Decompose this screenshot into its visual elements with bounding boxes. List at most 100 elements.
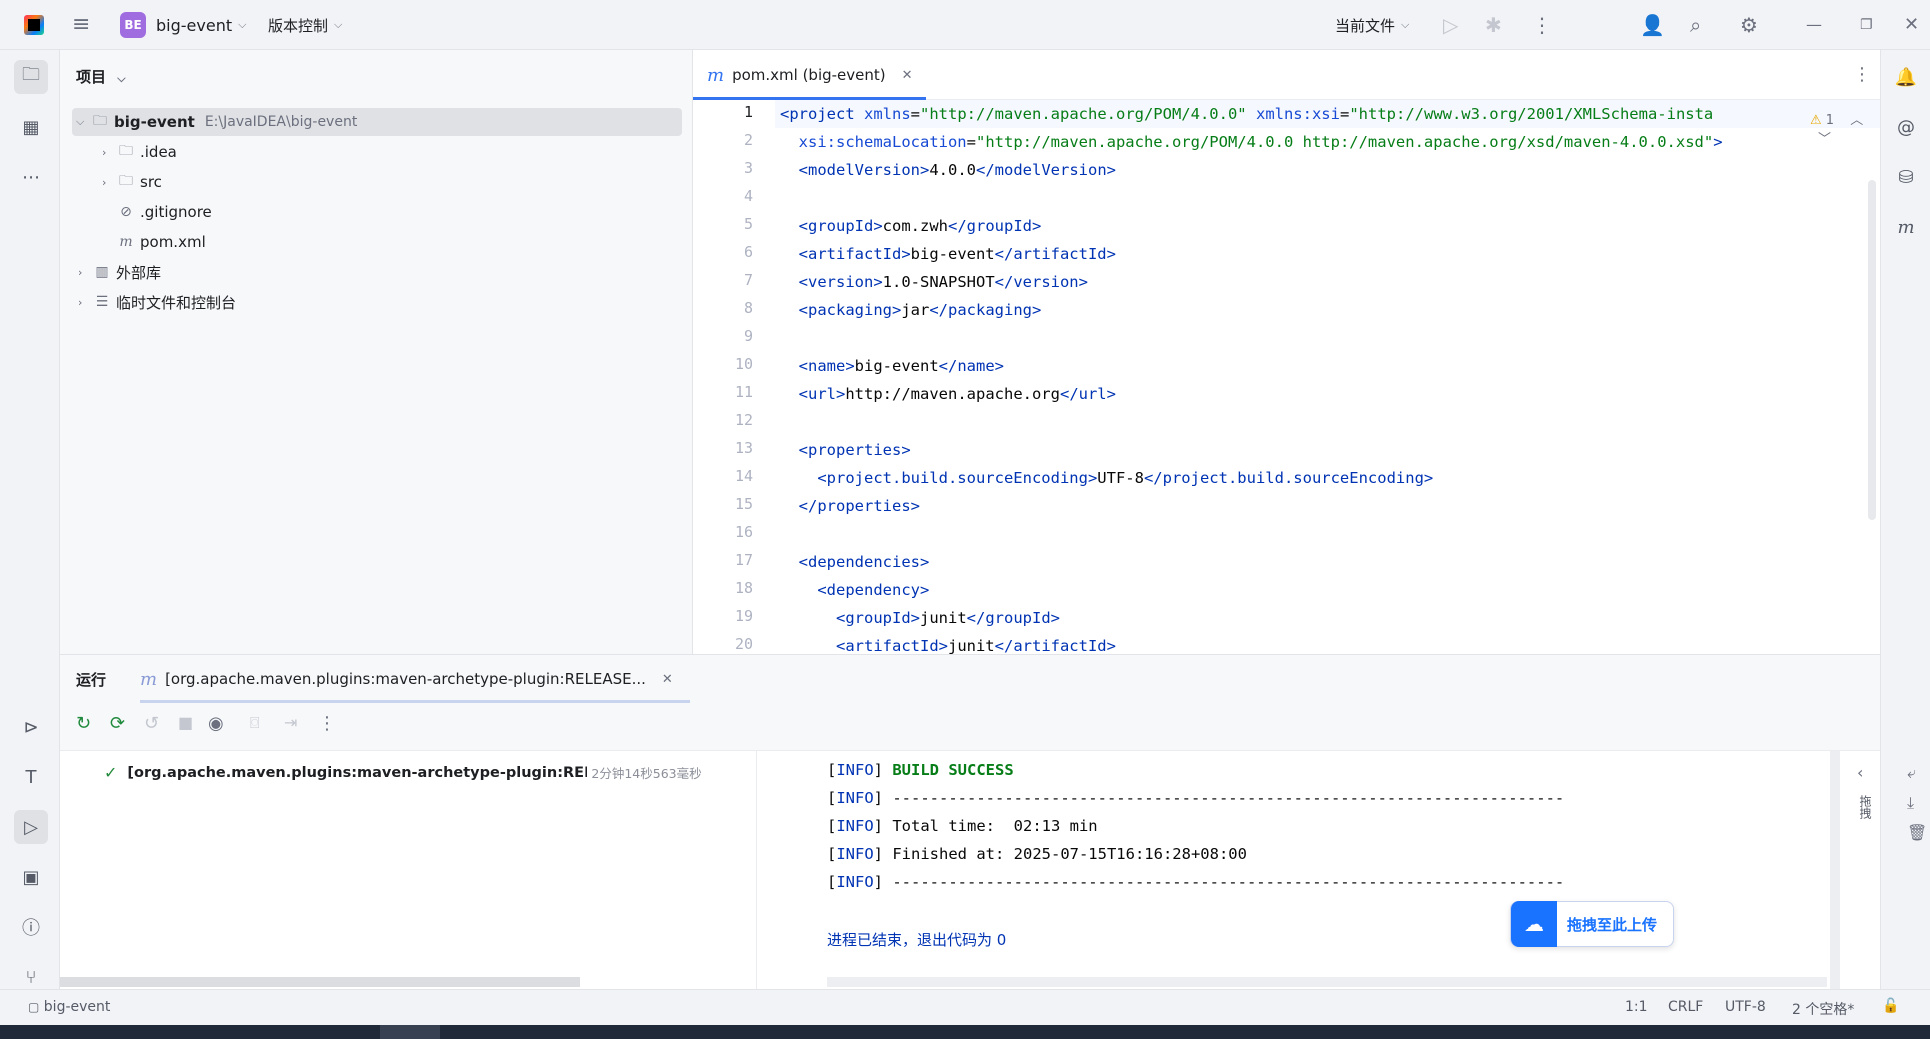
tree-item-gitignore[interactable]: ⊘ .gitignore — [116, 198, 212, 226]
code-line[interactable]: <modelVersion>4.0.0</modelVersion> — [780, 156, 1116, 184]
play-icon: ▷ — [1443, 13, 1459, 37]
bug-icon: ✱ — [1485, 13, 1502, 37]
code-line[interactable]: <properties> — [780, 436, 911, 464]
run-toolbar: ↻ ⟳ ↺ ■ ◉ ⌼ ⇥ ⋮ — [60, 703, 1880, 751]
warning-circle-icon: ⓘ — [22, 918, 40, 939]
rerun-failed-icon[interactable]: ⟳ — [110, 715, 125, 733]
more-tools-button[interactable]: ⋯ — [14, 160, 48, 194]
code-line[interactable]: <artifactId>junit</artifactId> — [780, 632, 1116, 654]
notifications-button[interactable]: 🔔 — [1889, 60, 1923, 94]
debug-button[interactable]: ✱ — [1485, 0, 1502, 50]
code-line[interactable]: <packaging>jar</packaging> — [780, 296, 1042, 324]
close-icon[interactable]: ✕ — [662, 672, 673, 687]
build-success-text: BUILD SUCCESS — [892, 761, 1014, 779]
restore-button[interactable]: ❐ — [1860, 0, 1873, 50]
ai-assistant-button[interactable]: @ — [1889, 110, 1923, 144]
stop-icon[interactable]: ■ — [178, 715, 193, 731]
minimize-button[interactable]: — — [1806, 0, 1822, 50]
tree-item-src[interactable]: › 🗀 src — [102, 168, 162, 196]
run-tree-item[interactable]: ✓ [org.apache.maven.plugins:maven-archet… — [104, 763, 754, 782]
status-caret-position[interactable]: 1:1 — [1625, 999, 1648, 1015]
tree-item-idea[interactable]: › 🗀 .idea — [102, 138, 177, 166]
services-tool-button[interactable]: ⊳ — [14, 710, 48, 744]
upload-drop-button[interactable]: ☁ 拖拽至此上传 — [1510, 901, 1674, 947]
soft-wrap-icon[interactable]: ⤶ — [1907, 765, 1916, 781]
folder-icon: 🗀 — [22, 64, 40, 85]
camera-icon[interactable]: ⌼ — [250, 715, 260, 731]
close-button[interactable]: ✕ — [1904, 0, 1919, 50]
database-button[interactable]: ⛁ — [1889, 160, 1923, 194]
vcs-menu[interactable]: 版本控制 ⌵ — [268, 0, 342, 50]
more-vertical-icon[interactable]: ⋮ — [318, 715, 336, 733]
code-line[interactable]: </properties> — [780, 492, 920, 520]
console-output[interactable]: [INFO] BUILD SUCCESS [INFO] ------------… — [757, 751, 1927, 990]
code-line[interactable]: <dependencies> — [780, 548, 930, 576]
maven-tool-button[interactable]: m — [1889, 210, 1923, 244]
run-tool-button[interactable]: ▷ — [14, 810, 48, 844]
scroll-to-end-icon[interactable]: ⤓ — [1907, 795, 1914, 811]
rerun-icon[interactable]: ↻ — [76, 715, 91, 733]
eye-icon[interactable]: ◉ — [208, 715, 224, 733]
chevron-right-icon: › — [78, 295, 83, 309]
code-line[interactable]: <dependency> — [780, 576, 929, 604]
code-line[interactable]: <name>big-event</name> — [780, 352, 1004, 380]
trash-icon[interactable]: 🗑 — [1907, 825, 1927, 841]
code-line[interactable]: xsi:schemaLocation="http://maven.apache.… — [780, 128, 1723, 156]
add-user-button[interactable]: 👤 — [1640, 0, 1665, 50]
code-line[interactable]: <project.build.sourceEncoding>UTF-8</pro… — [780, 464, 1433, 492]
code-area[interactable]: <project xmlns="http://maven.apache.org/… — [693, 100, 1880, 654]
tree-item-scratches[interactable]: › ☰ 临时文件和控制台 — [78, 288, 236, 316]
status-line-separator[interactable]: CRLF — [1668, 999, 1703, 1015]
chevron-down-icon: ⌵ — [76, 115, 85, 128]
main-menu-button[interactable]: ≡ — [72, 0, 90, 50]
check-icon: ✓ — [104, 763, 118, 782]
structure-tool-button[interactable]: ▦ — [14, 110, 48, 144]
run-button[interactable]: ▷ — [1443, 0, 1458, 50]
project-panel-header[interactable]: 项目 ⌵ — [76, 66, 126, 87]
console-vscrollbar[interactable] — [1830, 751, 1840, 990]
app-logo[interactable] — [24, 0, 44, 50]
code-line[interactable]: <version>1.0-SNAPSHOT</version> — [780, 268, 1088, 296]
terminal-tool-button[interactable]: ▣ — [14, 860, 48, 894]
tree-item-pom[interactable]: m pom.xml — [116, 228, 206, 256]
status-project[interactable]: ▢ big-event — [28, 999, 110, 1015]
code-line[interactable]: <url>http://maven.apache.org</url> — [780, 380, 1116, 408]
tab-pom-xml[interactable]: m pom.xml (big-event) ✕ — [707, 50, 913, 100]
code-line[interactable]: <groupId>com.zwh</groupId> — [780, 212, 1042, 240]
status-encoding[interactable]: UTF-8 — [1725, 999, 1766, 1015]
lock-icon[interactable]: 🔓 — [1882, 998, 1899, 1014]
code-line[interactable]: <groupId>junit</groupId> — [780, 604, 1060, 632]
tree-root-name: big-event — [114, 113, 195, 131]
inspection-widget[interactable]: ⚠ 1 ︿ ﹀ — [1810, 109, 1880, 147]
module-folder-icon: 🗀 — [93, 113, 107, 129]
left-tool-strip: 🗀 ▦ ⋯ ⊳ T ▷ ▣ ⓘ ⑂ — [0, 50, 60, 989]
rerun-automatically-icon[interactable]: ↺ — [144, 715, 159, 733]
settings-button[interactable]: ⚙ — [1740, 0, 1758, 50]
export-icon[interactable]: ⇥ — [284, 715, 297, 731]
chevron-left-icon[interactable]: ‹ — [1857, 765, 1863, 781]
tree-root[interactable]: ⌵ 🗀 big-event E:\JavaIDEA\big-event — [72, 108, 682, 136]
tree-item-external-libraries[interactable]: › ▥ 外部库 — [78, 258, 161, 286]
chevron-up-icon[interactable]: ︿ — [1850, 113, 1863, 128]
code-line[interactable]: <artifactId>big-event</artifactId> — [780, 240, 1116, 268]
close-icon[interactable]: ✕ — [902, 68, 913, 83]
project-tool-button[interactable]: 🗀 — [14, 60, 48, 94]
more-actions-button[interactable]: ⋮ — [1532, 0, 1552, 50]
editor-scrollbar[interactable] — [1868, 180, 1876, 520]
chevron-down-icon[interactable]: ﹀ — [1818, 132, 1831, 147]
search-button[interactable]: ⌕ — [1690, 0, 1701, 50]
more-vertical-icon[interactable]: ⋮ — [1853, 64, 1871, 85]
project-switcher[interactable]: BE big-event ⌵ — [120, 0, 246, 50]
status-indent[interactable]: 2 个空格* — [1792, 999, 1854, 1019]
taskbar-item[interactable] — [380, 1025, 440, 1039]
build-tool-button[interactable]: T — [14, 760, 48, 794]
code-line[interactable]: <project xmlns="http://maven.apache.org/… — [780, 100, 1713, 128]
problems-tool-button[interactable]: ⓘ — [14, 910, 48, 944]
run-tree-scrollbar[interactable] — [60, 977, 580, 987]
tree-item-label: pom.xml — [140, 233, 206, 251]
run-config-selector[interactable]: 当前文件 ⌵ — [1335, 0, 1409, 50]
run-config-tab[interactable]: m [org.apache.maven.plugins:maven-archet… — [140, 655, 673, 703]
run-config-tab-label: [org.apache.maven.plugins:maven-archetyp… — [165, 670, 646, 688]
console-hscrollbar[interactable] — [827, 977, 1827, 987]
project-badge: BE — [120, 12, 146, 38]
